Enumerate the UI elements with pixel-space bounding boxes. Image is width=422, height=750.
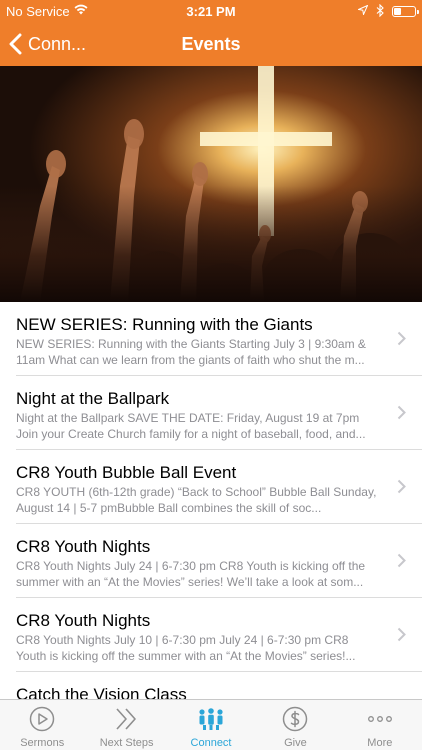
tab-bar: Sermons Next Steps Connect Give More (0, 699, 422, 750)
back-button-label: Conn... (28, 33, 87, 54)
tab-next-steps[interactable]: Next Steps (84, 700, 168, 750)
back-button[interactable]: Conn... (8, 22, 86, 66)
event-list[interactable]: NEW SERIES: Running with the Giants NEW … (0, 302, 422, 699)
event-list-item[interactable]: Catch the Vision Class (16, 672, 422, 699)
people-icon (199, 708, 223, 730)
chevron-right-icon (397, 479, 406, 494)
event-description: CR8 Youth Nights July 10 | 6-7:30 pm Jul… (16, 633, 356, 663)
chevron-left-icon (9, 33, 22, 55)
ellipsis-icon (367, 716, 392, 722)
chevron-right-icon (397, 405, 406, 420)
event-list-item[interactable]: CR8 Youth Bubble Ball Event CR8 YOUTH (6… (16, 450, 422, 524)
event-list-item[interactable]: CR8 Youth Nights CR8 Youth Nights July 1… (16, 598, 422, 672)
tab-connect[interactable]: Connect (169, 700, 253, 750)
chevron-right-icon (397, 553, 406, 568)
event-list-item[interactable]: CR8 Youth Nights CR8 Youth Nights July 2… (16, 524, 422, 598)
play-circle-icon (29, 706, 55, 732)
double-chevron-icon (116, 708, 136, 730)
tab-label: Connect (190, 737, 232, 749)
event-list-item[interactable]: Night at the Ballpark Night at the Ballp… (16, 376, 422, 450)
tab-label: Next Steps (99, 737, 154, 749)
event-title: CR8 Youth Nights (16, 537, 151, 556)
tab-sermons[interactable]: Sermons (0, 700, 84, 750)
tab-label: Give (284, 737, 307, 749)
tab-label: Sermons (20, 737, 65, 749)
chevron-right-icon (397, 627, 406, 642)
event-title: Catch the Vision Class (16, 685, 187, 699)
hero-worship-image (0, 66, 422, 302)
dollar-circle-icon (283, 706, 308, 732)
event-description: CR8 Youth Nights July 24 | 6-7:30 pm CR8… (16, 559, 366, 589)
chevron-right-icon (397, 331, 406, 346)
event-description: CR8 YOUTH (6th-12th grade) “Back to Scho… (16, 485, 377, 515)
tab-more[interactable]: More (338, 700, 422, 750)
tab-give[interactable]: Give (253, 700, 337, 750)
event-title: Night at the Ballpark (16, 389, 170, 408)
event-title: CR8 Youth Nights (16, 611, 151, 630)
navigation-bar: Conn... Events (0, 22, 422, 66)
status-bar: No Service 3:21 PM (0, 0, 422, 22)
bluetooth-icon (376, 4, 384, 17)
event-title: CR8 Youth Bubble Ball Event (16, 463, 237, 482)
location-arrow-icon (358, 5, 368, 15)
event-description: NEW SERIES: Running with the Giants Star… (16, 337, 366, 367)
tab-label: More (367, 737, 393, 749)
event-description: Night at the Ballpark SAVE THE DATE: Fri… (16, 411, 366, 441)
battery-icon (392, 6, 419, 17)
event-list-item[interactable]: NEW SERIES: Running with the Giants NEW … (16, 302, 422, 376)
event-title: NEW SERIES: Running with the Giants (16, 315, 313, 334)
